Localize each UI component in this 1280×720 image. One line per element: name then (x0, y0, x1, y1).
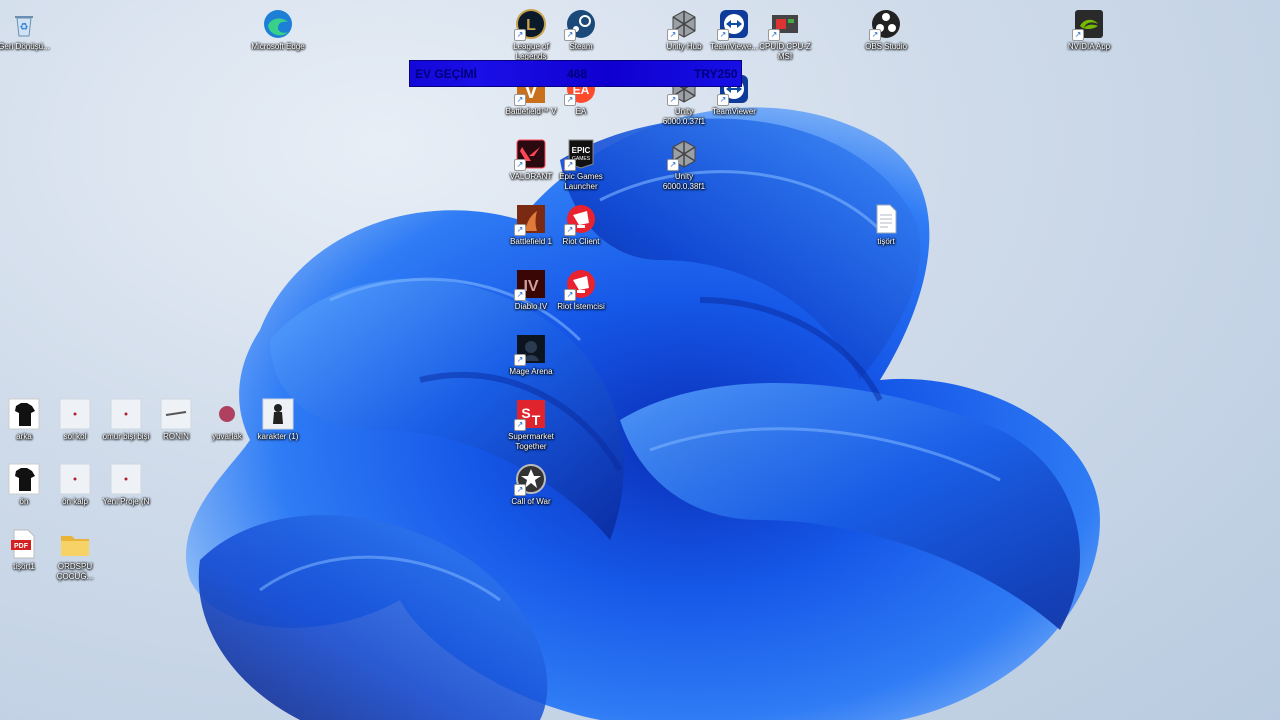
cpu-z-icon: ↗ (768, 8, 801, 41)
unity-icon: ↗ (667, 138, 700, 171)
pdf-file-icon: PDF (8, 528, 40, 560)
overlay-left-text: EV GEÇİMİ (415, 67, 478, 81)
text-file-icon (870, 203, 902, 235)
overlay-info-bar: EV GEÇİMİ 468 TRY250 (409, 60, 742, 87)
diablo-iv-icon: IV ↗ (514, 268, 547, 301)
shortcut-arrow-icon: ↗ (564, 224, 576, 236)
desktop-icon-label: Unity 6000.0.38f1 (662, 172, 706, 191)
shortcut-arrow-icon: ↗ (514, 354, 526, 366)
desktop-icon-label: EA (575, 107, 587, 116)
shortcut-arrow-icon: ↗ (514, 289, 526, 301)
folder-icon (59, 528, 91, 560)
desktop-icon-label: tişört (877, 237, 895, 246)
blank-image-icon (59, 398, 91, 430)
unity-hub-icon: ↗ (667, 8, 700, 41)
obs-icon: ↗ (869, 8, 902, 41)
riot-client-icon: ↗ (564, 268, 597, 301)
shortcut-arrow-icon: ↗ (717, 94, 729, 106)
desktop-icon-label: Mage Arena (509, 367, 553, 376)
desktop-icon-label: Geri Dönüşü... (0, 42, 50, 51)
shortcut-arrow-icon: ↗ (869, 29, 881, 41)
steam-icon: ↗ (564, 8, 597, 41)
tshirt-image-icon (8, 463, 40, 495)
svg-text:EPIC: EPIC (572, 146, 591, 155)
desktop-icon-riot1[interactable]: ↗ Riot Client (549, 199, 613, 247)
supermarket-together-icon: S T ↗ (514, 398, 547, 431)
desktop-icon-label: Microsoft Edge (251, 42, 305, 51)
desktop-icon-label: Yeni Proje (N (102, 497, 150, 506)
desktop-icon-label: Riot Client (562, 237, 600, 246)
shortcut-arrow-icon: ↗ (1072, 29, 1084, 41)
desktop-icon-callofwar[interactable]: ↗ Call of War (499, 459, 563, 507)
desktop-icon-label: Steam (569, 42, 593, 51)
desktop-icon-folder[interactable]: ORDSPU ÇOCUĞ... (43, 524, 107, 582)
desktop-icon-label: karakter (1) (257, 432, 299, 441)
shortcut-arrow-icon: ↗ (564, 159, 576, 171)
shortcut-arrow-icon: ↗ (514, 94, 526, 106)
desktop-icon-edge[interactable]: Microsoft Edge (246, 4, 310, 52)
desktop-icon-tisort[interactable]: tişört (854, 199, 918, 247)
blank-image-icon (110, 463, 142, 495)
desktop-icon-label: OBS Studio (865, 42, 907, 51)
desktop-icon-karakter[interactable]: karakter (1) (246, 394, 310, 442)
teamviewer-icon: ↗ (717, 8, 750, 41)
shortcut-arrow-icon: ↗ (667, 29, 679, 41)
edge-icon (262, 8, 294, 40)
desktop-icon-riot2[interactable]: ↗ Riot İstemcisi (549, 264, 613, 312)
call-of-war-icon: ↗ (514, 463, 547, 496)
svg-text:PDF: PDF (14, 543, 29, 550)
shortcut-arrow-icon: ↗ (564, 289, 576, 301)
recycle-bin-icon: ♻ (8, 8, 40, 40)
blank-image-icon (59, 463, 91, 495)
desktop-icon-label: TeamViewer (712, 107, 756, 116)
shortcut-arrow-icon: ↗ (667, 159, 679, 171)
epic-games-icon: EPIC GAMES ↗ (564, 138, 597, 171)
nvidia-icon: ↗ (1072, 8, 1105, 41)
circle-image-icon (211, 398, 243, 430)
blank-image-icon (110, 398, 142, 430)
desktop-icon-label: NVIDIA App (1067, 42, 1111, 51)
battlefield-1-icon: ↗ (514, 203, 547, 236)
character-image-icon (262, 398, 294, 430)
shortcut-arrow-icon: ↗ (514, 29, 526, 41)
desktop-icon-label: ORDSPU ÇOCUĞ... (56, 562, 94, 581)
desktop-icon-epic[interactable]: EPIC GAMES ↗ Epic Games Launcher (549, 134, 613, 192)
valorant-icon: ↗ (514, 138, 547, 171)
shortcut-arrow-icon: ↗ (564, 29, 576, 41)
blade-image-icon (160, 398, 192, 430)
overlay-right-text: TRY250 (694, 67, 738, 81)
shortcut-arrow-icon: ↗ (667, 94, 679, 106)
shortcut-arrow-icon: ↗ (514, 484, 526, 496)
overlay-middle-text: 468 (567, 67, 588, 81)
desktop-icon-steam[interactable]: ↗ Steam (549, 4, 613, 52)
wallpaper-bloom (185, 107, 1101, 720)
desktop-icon-unity2[interactable]: ↗ Unity 6000.0.38f1 (652, 134, 716, 192)
desktop-icon-label: Riot İstemcisi (557, 302, 605, 311)
shortcut-arrow-icon: ↗ (514, 224, 526, 236)
shortcut-arrow-icon: ↗ (564, 94, 576, 106)
league-of-legends-icon: L ↗ (514, 8, 547, 41)
desktop-icon-label: CPUID CPU-Z MSI (759, 42, 811, 61)
desktop-icon-recycle[interactable]: ♻ Geri Dönüşü... (0, 4, 56, 52)
desktop-icon-label: Supermarket Together (508, 432, 554, 451)
shortcut-arrow-icon: ↗ (717, 29, 729, 41)
desktop-icon-supermarket[interactable]: S T ↗ Supermarket Together (499, 394, 563, 452)
desktop-icon-mage[interactable]: ↗ Mage Arena (499, 329, 563, 377)
mage-arena-icon: ↗ (514, 333, 547, 366)
svg-text:T: T (532, 412, 541, 428)
desktop-icon-obs[interactable]: ↗ OBS Studio (854, 4, 918, 52)
shortcut-arrow-icon: ↗ (514, 159, 526, 171)
svg-text:♻: ♻ (20, 22, 29, 33)
desktop-icon-yeniproje[interactable]: Yeni Proje (N (94, 459, 158, 507)
tshirt-image-icon (8, 398, 40, 430)
svg-text:L: L (526, 17, 536, 34)
desktop-icon-nvidia[interactable]: ↗ NVIDIA App (1057, 4, 1121, 52)
shortcut-arrow-icon: ↗ (768, 29, 780, 41)
desktop-icon-cpuid[interactable]: ↗ CPUID CPU-Z MSI (753, 4, 817, 62)
desktop-icon-label: Call of War (511, 497, 551, 506)
riot-client-icon: ↗ (564, 203, 597, 236)
desktop-icon-label: Epic Games Launcher (559, 172, 603, 191)
shortcut-arrow-icon: ↗ (514, 419, 526, 431)
